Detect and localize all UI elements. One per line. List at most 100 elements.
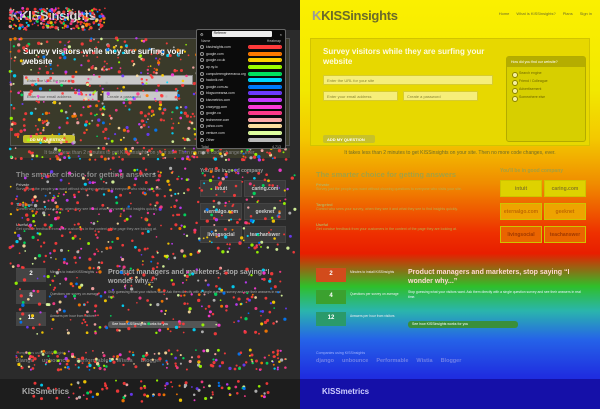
email-field[interactable]: Enter your email address xyxy=(323,91,398,101)
survey-option[interactable]: Friend / Colleague xyxy=(507,75,585,86)
survey-widget[interactable]: How did you find our website? Search eng… xyxy=(506,56,586,142)
smarter-private: Private Survey just the people you want w… xyxy=(16,182,162,191)
site-header: KKISSinsights xyxy=(0,0,300,30)
referrer-label: hacknik.net xyxy=(206,78,224,83)
referrer-label: google.co.uk xyxy=(206,58,226,63)
stat-badge: 2 xyxy=(16,268,46,282)
color-swatch xyxy=(248,58,282,63)
pm-cta-button[interactable]: See how KISSinsights works for you xyxy=(408,321,518,328)
row-radio[interactable] xyxy=(200,84,204,89)
logo-geeknet: geeknet xyxy=(544,203,586,220)
add-question-button[interactable]: ADD MY QUESTION xyxy=(323,135,375,143)
referrer-row[interactable]: Other xyxy=(197,136,285,143)
row-radio[interactable] xyxy=(200,78,204,83)
good-company-title: You'll be in good company xyxy=(200,168,264,174)
survey-option[interactable]: Search engine xyxy=(507,67,585,78)
survey-option[interactable]: Somewhere else xyxy=(507,91,585,102)
heatmap-comparison: KKISSinsights Survey visitors while they… xyxy=(0,0,600,409)
pm-cta-button[interactable]: See how KISSinsights works for you xyxy=(108,321,218,328)
referrer-row[interactable]: google.co.uk xyxy=(197,57,285,64)
referrer-row[interactable]: kissmetrics.com xyxy=(197,97,285,104)
good-company-title: You'll be in good company xyxy=(500,168,564,174)
row-radio[interactable] xyxy=(200,45,204,50)
nav-home[interactable]: Home xyxy=(499,11,510,16)
hero-section: Survey visitors while they are surfing y… xyxy=(310,38,590,146)
referrer-label: blogsomearsa.com xyxy=(206,91,235,96)
stat-badge: 4 xyxy=(316,290,346,304)
site-logo[interactable]: KKISSinsights xyxy=(10,8,96,23)
referrer-row[interactable]: hacknik.net xyxy=(197,77,285,84)
site-logo[interactable]: KKISSinsights xyxy=(312,8,398,23)
survey-option[interactable]: Advertisement xyxy=(507,83,585,94)
row-radio[interactable] xyxy=(200,71,204,76)
color-swatch xyxy=(248,84,282,89)
row-radio[interactable] xyxy=(200,91,204,96)
referrer-row[interactable]: blogsomearsa.com xyxy=(197,90,285,97)
referrer-row[interactable]: kissinsights.com xyxy=(197,44,285,51)
nav-signin[interactable]: Sign in xyxy=(580,11,592,16)
color-swatch xyxy=(248,91,282,96)
password-field[interactable]: Create a password xyxy=(103,91,178,101)
gear-icon[interactable]: ⚙ xyxy=(200,32,204,37)
row-radio[interactable] xyxy=(200,111,204,116)
referrer-row[interactable]: techmeme.com xyxy=(197,117,285,124)
close-icon[interactable]: × xyxy=(280,32,282,37)
email-field[interactable]: Enter your email address xyxy=(23,91,98,101)
survey-question: How did you find our website? xyxy=(507,57,585,67)
password-field[interactable]: Create a password xyxy=(403,91,478,101)
referrer-row[interactable]: yahoo.com xyxy=(197,123,285,130)
referrer-select[interactable]: Referrer xyxy=(211,31,272,37)
nav-what[interactable]: What is KISSinsights? xyxy=(516,11,555,16)
brand-django: django xyxy=(316,358,335,364)
hero-title: Survey visitors while they are surfing y… xyxy=(23,47,185,66)
logo-eternalgo: eternalgo.com xyxy=(200,203,242,220)
referrer-row[interactable]: computerengineerarca.org xyxy=(197,70,285,77)
row-radio[interactable] xyxy=(200,98,204,103)
brand-blogger: Blogger xyxy=(140,358,162,364)
good-company: You'll be in good company intuit caring.c… xyxy=(200,168,292,246)
color-swatch xyxy=(248,117,282,122)
row-radio[interactable] xyxy=(200,117,204,122)
logo-livingsocial: livingsocial xyxy=(200,226,242,243)
install-stripe: It takes less than 2 minutes to get KISS… xyxy=(344,150,556,156)
referrer-row[interactable]: google.com.au xyxy=(197,84,285,91)
url-field[interactable]: Enter the URL for your site xyxy=(23,75,193,85)
referrer-row[interactable]: google.com xyxy=(197,51,285,58)
stat-label: Answers per hour from visitors xyxy=(50,314,95,318)
brand-unbounce: unbounce xyxy=(42,358,69,364)
referrer-row[interactable]: venture.com xyxy=(197,130,285,137)
pm-title: Product managers and marketers, stop say… xyxy=(408,269,570,285)
footer-logo[interactable]: KISSmetrics xyxy=(22,387,69,396)
logo-eternalgo: eternalgo.com xyxy=(500,203,542,220)
row-radio[interactable] xyxy=(200,65,204,70)
nav-plans[interactable]: Plans xyxy=(563,11,573,16)
logo-geeknet: geeknet xyxy=(244,203,286,220)
row-radio[interactable] xyxy=(200,104,204,109)
row-radio[interactable] xyxy=(200,58,204,63)
pm-section: 2 Minutes to install KISSinsights 4 Ques… xyxy=(316,268,586,332)
footer-logo[interactable]: KISSmetrics xyxy=(322,387,369,396)
overlay-header: ⚙ Referrer × xyxy=(197,30,285,38)
row-radio[interactable] xyxy=(200,137,204,142)
heatmap-overlay-panel[interactable]: ⚙ Referrer × Name Heatmap kissinsights.c… xyxy=(196,29,286,149)
referrer-label: kissmetrics.com xyxy=(206,98,231,103)
brand-wistia: Wistia xyxy=(116,358,133,364)
brands-row: django unbounce Performable Wistia Blogg… xyxy=(316,358,461,364)
row-radio[interactable] xyxy=(200,131,204,136)
row-radio[interactable] xyxy=(200,51,204,56)
referrer-label: crazyegg.com xyxy=(206,104,228,109)
referrer-label: yahoo.com xyxy=(206,124,223,129)
referrer-row[interactable]: ap.ny.io xyxy=(197,64,285,71)
referrer-row[interactable]: google.ca xyxy=(197,110,285,117)
color-swatch xyxy=(248,65,282,70)
color-swatch xyxy=(248,98,282,103)
color-swatch xyxy=(248,124,282,129)
brand-performable: Performable xyxy=(376,358,409,364)
stat-badge: 2 xyxy=(316,268,346,282)
referrer-row[interactable]: crazyegg.com xyxy=(197,103,285,110)
add-question-button[interactable]: ADD MY QUESTION xyxy=(23,135,75,143)
row-radio[interactable] xyxy=(200,124,204,129)
url-field[interactable]: Enter the URL for your site xyxy=(323,75,493,85)
brand-blogger: Blogger xyxy=(440,358,462,364)
referrer-label: techmeme.com xyxy=(206,117,230,122)
